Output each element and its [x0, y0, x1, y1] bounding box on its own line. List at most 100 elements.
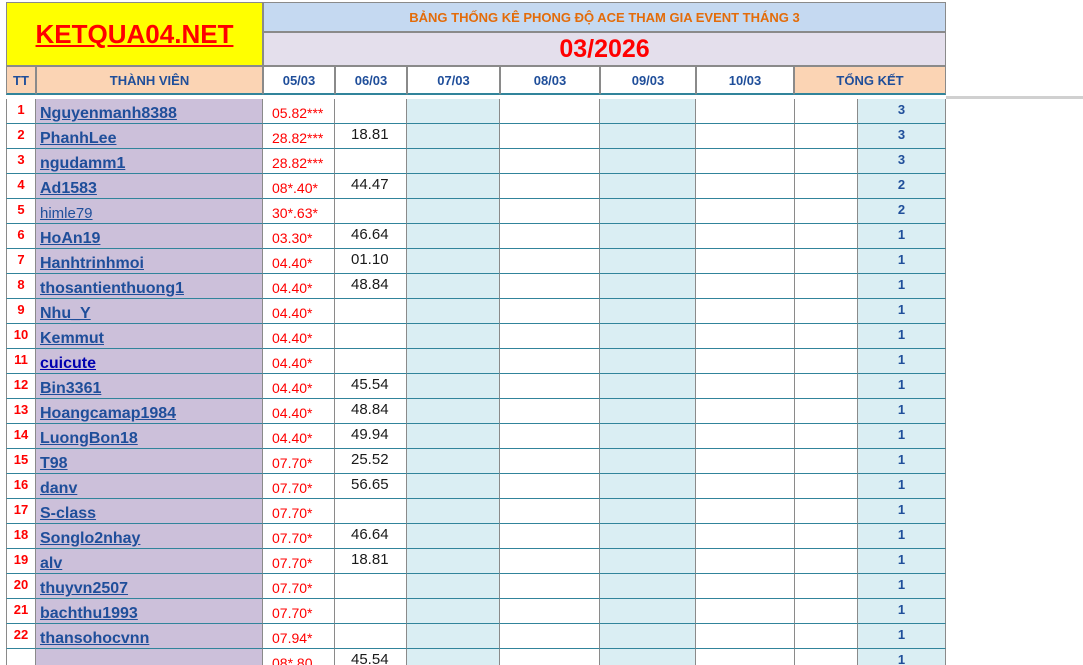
score-cell-06-03[interactable]	[335, 299, 407, 324]
score-cell-10-03[interactable]	[696, 224, 795, 249]
member-name-link[interactable]: Hoangcamap1984	[36, 399, 263, 424]
score-cell-08-03[interactable]	[500, 374, 600, 399]
score-cell-05-03[interactable]: 07.70*	[263, 524, 335, 549]
score-cell-08-03[interactable]	[500, 99, 600, 124]
member-name-link[interactable]: himle79	[36, 199, 263, 224]
score-cell-08-03[interactable]	[500, 174, 600, 199]
member-name-link[interactable]: thosantienthuong1	[36, 274, 263, 299]
score-cell-10-03[interactable]	[696, 274, 795, 299]
score-cell-05-03[interactable]: 07.94*	[263, 624, 335, 649]
score-cell-05-03[interactable]: 04.40*	[263, 324, 335, 349]
score-cell-06-03[interactable]	[335, 599, 407, 624]
score-cell-10-03[interactable]	[696, 249, 795, 274]
member-name-link[interactable]: Ad1583	[36, 174, 263, 199]
score-cell-09-03[interactable]	[600, 249, 696, 274]
score-cell-10-03[interactable]	[696, 549, 795, 574]
score-cell-09-03[interactable]	[600, 574, 696, 599]
score-cell-06-03[interactable]	[335, 349, 407, 374]
score-cell-08-03[interactable]	[500, 249, 600, 274]
score-cell-05-03[interactable]: 05.82***	[263, 99, 335, 124]
score-cell-07-03[interactable]	[407, 424, 500, 449]
score-cell-08-03[interactable]	[500, 124, 600, 149]
score-cell-05-03[interactable]: 28.82***	[263, 149, 335, 174]
score-cell-07-03[interactable]	[407, 299, 500, 324]
score-cell-09-03[interactable]	[600, 199, 696, 224]
score-cell-06-03[interactable]: 44.47	[335, 174, 407, 199]
score-cell-07-03[interactable]	[407, 199, 500, 224]
score-cell-08-03[interactable]	[500, 224, 600, 249]
score-cell-05-03[interactable]: 07.70*	[263, 549, 335, 574]
score-cell-09-03[interactable]	[600, 624, 696, 649]
member-name-link[interactable]: thuyvn2507	[36, 574, 263, 599]
score-cell-05-03[interactable]: 30*.63*	[263, 199, 335, 224]
score-cell-10-03[interactable]	[696, 99, 795, 124]
score-cell-07-03[interactable]	[407, 499, 500, 524]
score-cell-06-03[interactable]	[335, 324, 407, 349]
score-cell-09-03[interactable]	[600, 499, 696, 524]
member-name-link[interactable]: Nguyenmanh8388	[36, 99, 263, 124]
score-cell-09-03[interactable]	[600, 374, 696, 399]
score-cell-05-03[interactable]: 04.40*	[263, 374, 335, 399]
score-cell-08-03[interactable]	[500, 524, 600, 549]
score-cell-07-03[interactable]	[407, 124, 500, 149]
score-cell-06-03[interactable]	[335, 499, 407, 524]
score-cell-09-03[interactable]	[600, 274, 696, 299]
score-cell-07-03[interactable]	[407, 474, 500, 499]
score-cell-06-03[interactable]: 49.94	[335, 424, 407, 449]
score-cell-05-03[interactable]: 07.70*	[263, 599, 335, 624]
score-cell-10-03[interactable]	[696, 524, 795, 549]
score-cell-06-03[interactable]	[335, 199, 407, 224]
score-cell-09-03[interactable]	[600, 99, 696, 124]
score-cell-07-03[interactable]	[407, 224, 500, 249]
score-cell-07-03[interactable]	[407, 449, 500, 474]
score-cell-10-03[interactable]	[696, 149, 795, 174]
score-cell-08-03[interactable]	[500, 549, 600, 574]
score-cell-06-03[interactable]: 25.52	[335, 449, 407, 474]
score-cell-08-03[interactable]	[500, 649, 600, 665]
score-cell-05-03[interactable]: 07.70*	[263, 449, 335, 474]
score-cell-08-03[interactable]	[500, 324, 600, 349]
score-cell-05-03[interactable]: 04.40*	[263, 349, 335, 374]
score-cell-05-03[interactable]: 08*.40*	[263, 174, 335, 199]
score-cell-06-03[interactable]: 46.64	[335, 224, 407, 249]
score-cell-06-03[interactable]: 48.84	[335, 274, 407, 299]
score-cell-09-03[interactable]	[600, 449, 696, 474]
member-name-link[interactable]: danv	[36, 474, 263, 499]
score-cell-06-03[interactable]	[335, 99, 407, 124]
score-cell-07-03[interactable]	[407, 624, 500, 649]
score-cell-07-03[interactable]	[407, 324, 500, 349]
score-cell-05-03[interactable]: 03.30*	[263, 224, 335, 249]
member-name-link[interactable]: T98	[36, 449, 263, 474]
score-cell-05-03[interactable]: 04.40*	[263, 274, 335, 299]
score-cell-10-03[interactable]	[696, 374, 795, 399]
score-cell-07-03[interactable]	[407, 149, 500, 174]
score-cell-08-03[interactable]	[500, 574, 600, 599]
score-cell-09-03[interactable]	[600, 224, 696, 249]
score-cell-08-03[interactable]	[500, 424, 600, 449]
score-cell-09-03[interactable]	[600, 524, 696, 549]
score-cell-07-03[interactable]	[407, 524, 500, 549]
score-cell-10-03[interactable]	[696, 399, 795, 424]
score-cell-07-03[interactable]	[407, 649, 500, 665]
score-cell-09-03[interactable]	[600, 649, 696, 665]
score-cell-08-03[interactable]	[500, 449, 600, 474]
member-name-link[interactable]: Bin3361	[36, 374, 263, 399]
member-name-link[interactable]: bachthu1993	[36, 599, 263, 624]
score-cell-09-03[interactable]	[600, 474, 696, 499]
member-name-link[interactable]: thansohocvnn	[36, 624, 263, 649]
score-cell-05-03[interactable]: 07.70*	[263, 574, 335, 599]
score-cell-10-03[interactable]	[696, 424, 795, 449]
member-name-link[interactable]: ngudamm1	[36, 149, 263, 174]
score-cell-05-03[interactable]: 04.40*	[263, 299, 335, 324]
score-cell-08-03[interactable]	[500, 149, 600, 174]
score-cell-08-03[interactable]	[500, 299, 600, 324]
score-cell-10-03[interactable]	[696, 649, 795, 665]
score-cell-10-03[interactable]	[696, 124, 795, 149]
score-cell-07-03[interactable]	[407, 349, 500, 374]
score-cell-10-03[interactable]	[696, 324, 795, 349]
member-name-link[interactable]: Hanhtrinhmoi	[36, 249, 263, 274]
score-cell-05-03[interactable]: 07.70*	[263, 474, 335, 499]
score-cell-05-03[interactable]: 28.82***	[263, 124, 335, 149]
member-name-link[interactable]: Nhu_Y	[36, 299, 263, 324]
score-cell-09-03[interactable]	[600, 149, 696, 174]
